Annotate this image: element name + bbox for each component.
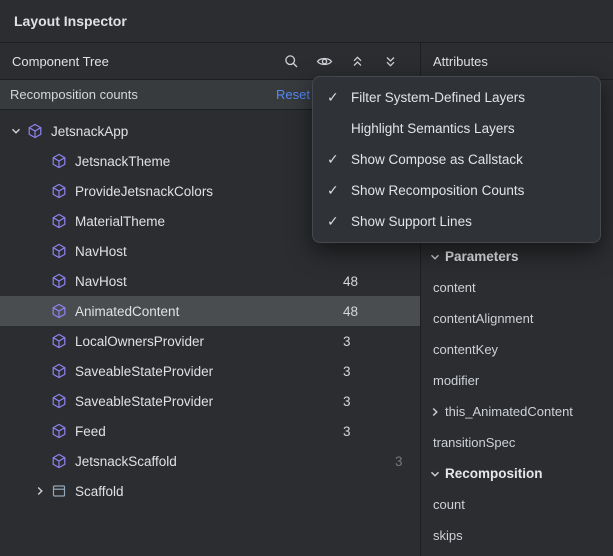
attr-item-count[interactable]: count [421, 489, 613, 520]
tree-node-label: ProvideJetsnackColors [75, 184, 213, 199]
menu-item-show-compose-as-callstack[interactable]: ✓Show Compose as Callstack [313, 144, 600, 175]
checkmark-icon: ✓ [327, 89, 351, 106]
attr-section-label: Parameters [445, 249, 519, 264]
menu-item-label: Show Compose as Callstack [351, 152, 523, 167]
menu-item-label: Show Support Lines [351, 214, 472, 229]
compose-icon [50, 243, 68, 259]
compose-icon [50, 213, 68, 229]
checkmark-icon: ✓ [327, 182, 351, 199]
tree-node-label: SaveableStateProvider [75, 364, 213, 379]
chevron-down-icon [427, 251, 443, 263]
attr-item-modifier[interactable]: modifier [421, 365, 613, 396]
attr-item-label: skips [433, 528, 463, 543]
collapse-all-icon[interactable] [380, 51, 400, 71]
tree-node-label: AnimatedContent [75, 304, 179, 319]
attr-item-label: contentAlignment [433, 311, 533, 326]
tree-node-label: Scaffold [75, 484, 124, 499]
attr-item-contentalignment[interactable]: contentAlignment [421, 303, 613, 334]
attr-item-label: modifier [433, 373, 479, 388]
attr-section-recomposition[interactable]: Recomposition [421, 458, 613, 489]
scaffold-icon [50, 483, 68, 499]
tree-node-label: MaterialTheme [75, 214, 165, 229]
recomposition-count: 48 [343, 274, 358, 289]
attributes-header: Attributes [421, 43, 613, 80]
compose-icon [50, 363, 68, 379]
menu-item-show-support-lines[interactable]: ✓Show Support Lines [313, 206, 600, 237]
attr-item-skips[interactable]: skips [421, 520, 613, 551]
component-tree-toolbar [281, 51, 408, 71]
compose-icon [50, 303, 68, 319]
window-title: Layout Inspector [14, 13, 127, 29]
attr-item-label: content [433, 280, 476, 295]
tree-node-label: LocalOwnersProvider [75, 334, 204, 349]
attr-section-label: Recomposition [445, 466, 543, 481]
layout-inspector-window: Layout Inspector Component Tree [0, 0, 613, 556]
recomposition-count: 3 [343, 334, 351, 349]
reset-counts-link[interactable]: Reset [276, 87, 310, 102]
eye-icon[interactable] [314, 51, 334, 71]
menu-item-highlight-semantics-layers[interactable]: Highlight Semantics Layers [313, 113, 600, 144]
compose-icon [50, 273, 68, 289]
chevron-right-icon[interactable] [30, 485, 50, 497]
compose-icon [50, 153, 68, 169]
attr-item-label: this_AnimatedContent [445, 404, 573, 419]
compose-icon [26, 123, 44, 139]
chevron-down-icon[interactable] [6, 125, 26, 137]
tree-node-label: JetsnackTheme [75, 154, 170, 169]
compose-icon [50, 423, 68, 439]
attr-item-label: contentKey [433, 342, 498, 357]
attr-item-label: count [433, 497, 465, 512]
recomposition-count: 3 [395, 454, 403, 469]
expand-all-icon[interactable] [347, 51, 367, 71]
tree-row-saveablestateprovider[interactable]: SaveableStateProvider 3 [0, 386, 420, 416]
menu-item-label: Filter System-Defined Layers [351, 90, 525, 105]
tree-node-label: Feed [75, 424, 106, 439]
attr-item-transitionspec[interactable]: transitionSpec [421, 427, 613, 458]
tree-node-label: SaveableStateProvider [75, 394, 213, 409]
tree-node-label: JetsnackApp [51, 124, 128, 139]
recomposition-count: 48 [343, 304, 358, 319]
tree-row-saveablestateprovider[interactable]: SaveableStateProvider 3 [0, 356, 420, 386]
tree-node-label: JetsnackScaffold [75, 454, 177, 469]
attr-item-contentkey[interactable]: contentKey [421, 334, 613, 365]
attr-item-this_animatedcontent[interactable]: this_AnimatedContent [421, 396, 613, 427]
attr-section-parameters[interactable]: Parameters [421, 241, 613, 272]
compose-icon [50, 453, 68, 469]
recomposition-count: 3 [343, 424, 351, 439]
compose-icon [50, 333, 68, 349]
menu-item-label: Highlight Semantics Layers [351, 121, 515, 136]
recomposition-count: 3 [343, 394, 351, 409]
menu-item-filter-system-defined-layers[interactable]: ✓Filter System-Defined Layers [313, 82, 600, 113]
menu-item-show-recomposition-counts[interactable]: ✓Show Recomposition Counts [313, 175, 600, 206]
tree-row-jetsnackscaffold[interactable]: JetsnackScaffold 3 [0, 446, 420, 476]
menu-item-label: Show Recomposition Counts [351, 183, 524, 198]
component-tree-title: Component Tree [12, 54, 109, 69]
tree-node-label: NavHost [75, 244, 127, 259]
checkmark-icon: ✓ [327, 151, 351, 168]
tree-row-localownersprovider[interactable]: LocalOwnersProvider 3 [0, 326, 420, 356]
tree-row-feed[interactable]: Feed 3 [0, 416, 420, 446]
search-icon[interactable] [281, 51, 301, 71]
tree-row-navhost[interactable]: NavHost 48 [0, 266, 420, 296]
window-titlebar: Layout Inspector [0, 0, 613, 43]
tree-row-animatedcontent[interactable]: AnimatedContent 48 [0, 296, 420, 326]
chevron-down-icon [427, 468, 443, 480]
recomposition-count: 3 [343, 364, 351, 379]
view-options-popup: ✓Filter System-Defined LayersHighlight S… [312, 76, 601, 243]
tree-row-scaffold[interactable]: Scaffold [0, 476, 420, 506]
compose-icon [50, 183, 68, 199]
tree-node-label: NavHost [75, 274, 127, 289]
checkmark-icon: ✓ [327, 213, 351, 230]
recomposition-counts-label: Recomposition counts [10, 87, 138, 102]
chevron-right-icon [427, 406, 443, 418]
attributes-title: Attributes [433, 54, 488, 69]
attr-item-label: transitionSpec [433, 435, 515, 450]
attributes-list: Parameters content contentAlignment content… [421, 241, 613, 551]
compose-icon [50, 393, 68, 409]
attr-item-content[interactable]: content [421, 272, 613, 303]
component-tree-header: Component Tree [0, 43, 420, 80]
